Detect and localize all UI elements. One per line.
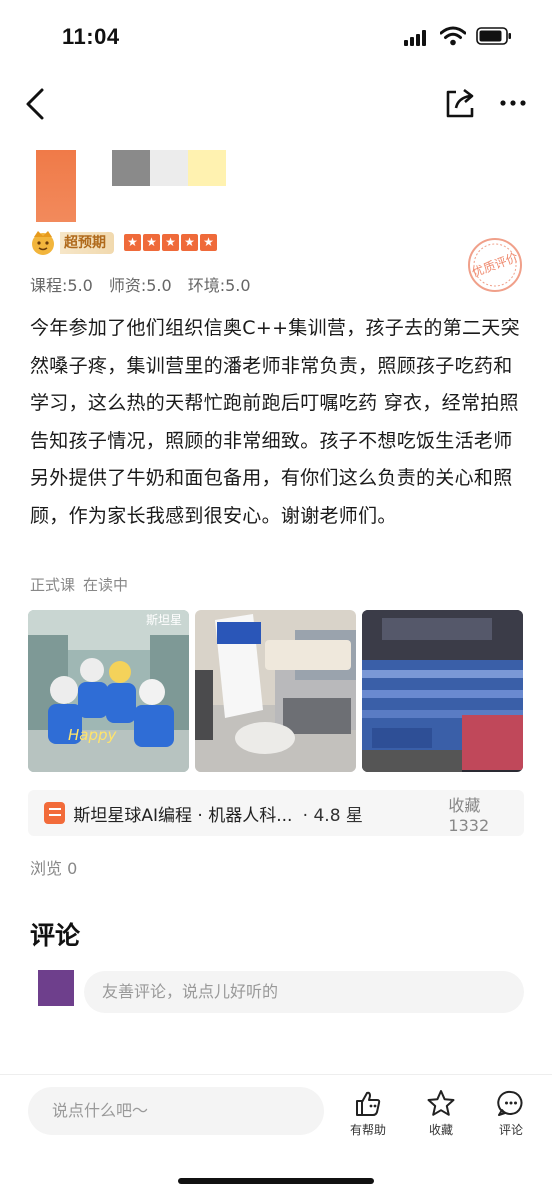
star-rating: ★ ★ ★ ★ ★ xyxy=(124,234,217,251)
signal-icon xyxy=(404,30,430,46)
svg-text:优质评价: 优质评价 xyxy=(470,250,520,280)
helpful-icon xyxy=(356,1091,381,1116)
home-indicator xyxy=(178,1178,374,1184)
wifi-icon xyxy=(440,26,466,46)
org-icon xyxy=(44,802,66,824)
review-photos: Happy 斯坦星 xyxy=(28,610,524,772)
photo-caption: Happy xyxy=(68,726,118,744)
status-bar: 11:04 xyxy=(0,0,552,72)
share-icon[interactable] xyxy=(442,86,476,120)
view-count: 浏览 0 xyxy=(30,859,78,878)
star-icon: ★ xyxy=(124,234,141,251)
comment-input[interactable]: 友善评论，说点儿好听的 xyxy=(84,971,524,1013)
comment-label: 评论 xyxy=(498,1123,523,1137)
org-card[interactable]: 斯坦星球AI编程 · 机器人科... · 4.8 星 收藏 1332 xyxy=(28,790,524,836)
comments-title: 评论 xyxy=(30,921,81,950)
score-environment: 环境:5.0 xyxy=(187,276,251,295)
reviewer-name-redacted xyxy=(112,150,230,186)
more-icon[interactable] xyxy=(496,88,530,118)
back-icon[interactable] xyxy=(22,86,52,122)
battery-icon xyxy=(476,27,511,45)
org-favorites: 收藏 1332 xyxy=(448,795,490,835)
nav-bar xyxy=(0,72,552,136)
favorite-button[interactable]: 收藏 xyxy=(416,1089,466,1145)
comment-button[interactable]: 评论 xyxy=(486,1089,536,1145)
comment-icon xyxy=(497,1090,523,1116)
helpful-label: 有帮助 xyxy=(349,1123,386,1137)
favorite-label: 收藏 xyxy=(428,1123,453,1137)
star-outline-icon xyxy=(427,1090,455,1116)
score-teacher: 师资:5.0 xyxy=(108,276,172,295)
review-photo-2[interactable] xyxy=(195,610,356,772)
expectation-badge: 超预期 xyxy=(28,229,114,257)
star-icon: ★ xyxy=(181,234,198,251)
bottom-bar: 说点什么吧～ 有帮助 收藏 评论 xyxy=(0,1074,552,1194)
star-icon: ★ xyxy=(143,234,160,251)
review-photo-1[interactable]: Happy 斯坦星 xyxy=(28,610,189,772)
review-photo-3[interactable] xyxy=(362,610,523,772)
status-time: 11:04 xyxy=(62,24,120,49)
crown-icon xyxy=(28,229,58,257)
org-name: 斯坦星球AI编程 · 机器人科... xyxy=(73,805,293,826)
course-type: 正式课 xyxy=(30,576,76,594)
org-rating: · 4.8 星 xyxy=(302,805,363,826)
current-user-avatar xyxy=(38,970,74,1006)
score-course: 课程:5.0 xyxy=(30,276,93,295)
photo-watermark: 斯坦星 xyxy=(146,613,182,627)
star-icon: ★ xyxy=(162,234,179,251)
course-status: 正式课 在读中 xyxy=(30,574,128,595)
course-progress: 在读中 xyxy=(83,576,129,594)
review-text: 今年参加了他们组织信奥C++集训营，孩子去的第二天突然嗓子疼，集训营里的潘老师非… xyxy=(30,317,520,527)
badge-label: 超预期 xyxy=(60,232,114,254)
score-list: 课程:5.0 师资:5.0 环境:5.0 xyxy=(30,272,251,296)
helpful-button[interactable]: 有帮助 xyxy=(343,1089,393,1145)
bottom-comment-input[interactable]: 说点什么吧～ xyxy=(28,1087,324,1135)
reviewer-avatar[interactable] xyxy=(36,150,76,222)
quality-review-stamp: 优质评价 xyxy=(468,238,522,292)
star-icon: ★ xyxy=(200,234,217,251)
